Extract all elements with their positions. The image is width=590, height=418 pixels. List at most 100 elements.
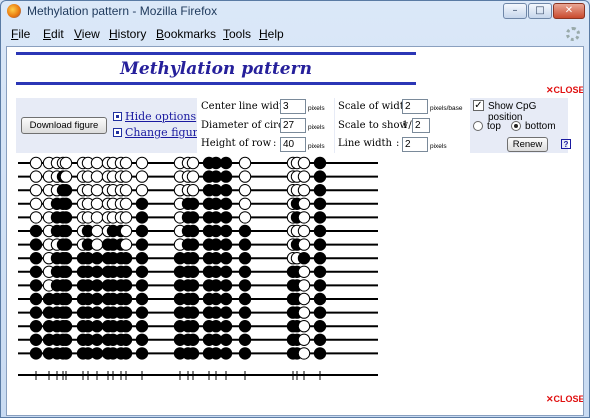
methylated-cpg — [219, 252, 233, 265]
unmethylated-cpg — [119, 224, 133, 238]
methylated-cpg — [313, 224, 327, 238]
unmethylated-cpg — [119, 211, 133, 224]
unmethylated-cpg — [297, 306, 311, 319]
unmethylated-cpg — [297, 292, 311, 306]
methylated-cpg — [29, 279, 43, 292]
unmethylated-cpg — [119, 184, 133, 197]
methylated-cpg — [59, 224, 73, 238]
methylated-cpg — [219, 320, 233, 333]
methylated-cpg — [59, 211, 73, 224]
methylated-cpg — [313, 184, 327, 197]
methylated-cpg — [135, 197, 149, 211]
methylated-cpg — [313, 320, 327, 333]
methylated-cpg — [313, 333, 327, 346]
methylated-cpg — [29, 265, 43, 279]
methylated-cpg — [219, 292, 233, 306]
methylated-cpg — [238, 292, 252, 306]
methylated-cpg — [238, 238, 252, 251]
unmethylated-cpg — [29, 156, 43, 170]
unmethylated-cpg — [29, 211, 43, 224]
unmethylated-cpg — [238, 184, 252, 197]
methylated-cpg — [186, 320, 200, 333]
methylated-cpg — [59, 252, 73, 265]
title-bar: Methylation pattern - Mozilla Firefox – … — [1, 1, 589, 23]
methylated-cpg — [29, 292, 43, 306]
methylated-cpg — [90, 279, 104, 292]
methylated-cpg — [135, 279, 149, 292]
unmethylated-cpg — [90, 170, 104, 183]
methylated-cpg — [313, 347, 327, 360]
methylated-cpg — [186, 306, 200, 319]
methylated-cpg — [135, 224, 149, 238]
methylated-cpg — [119, 292, 133, 306]
methylated-cpg — [135, 333, 149, 346]
methylated-cpg — [219, 211, 233, 224]
unmethylated-cpg — [186, 156, 200, 170]
unmethylated-cpg — [59, 170, 73, 183]
methylated-cpg — [135, 252, 149, 265]
methylated-cpg — [313, 197, 327, 211]
unmethylated-cpg — [135, 170, 149, 183]
methylated-cpg — [186, 211, 200, 224]
methylated-cpg — [119, 347, 133, 360]
methylated-cpg — [313, 170, 327, 183]
menu-edit[interactable]: Edit — [43, 27, 64, 41]
methylated-cpg — [59, 238, 73, 251]
methylated-cpg — [59, 197, 73, 211]
methylated-cpg — [186, 279, 200, 292]
methylated-cpg — [186, 252, 200, 265]
methylated-cpg — [238, 333, 252, 346]
methylated-cpg — [186, 333, 200, 346]
unmethylated-cpg — [90, 184, 104, 197]
methylated-cpg — [313, 265, 327, 279]
methylated-cpg — [59, 333, 73, 346]
methylated-cpg — [313, 252, 327, 265]
methylated-cpg — [186, 265, 200, 279]
menu-view[interactable]: View — [74, 27, 100, 41]
unmethylated-cpg — [59, 156, 73, 170]
methylated-cpg — [186, 197, 200, 211]
methylated-cpg — [313, 292, 327, 306]
unmethylated-cpg — [29, 197, 43, 211]
unmethylated-cpg — [297, 279, 311, 292]
methylated-cpg — [90, 292, 104, 306]
close-window-button[interactable]: ✕ — [553, 3, 585, 19]
menu-bookmarks[interactable]: Bookmarks — [156, 27, 216, 41]
methylated-cpg — [135, 211, 149, 224]
methylated-cpg — [238, 320, 252, 333]
methylated-cpg — [219, 197, 233, 211]
methylation-figure — [18, 156, 378, 380]
methylated-cpg — [219, 279, 233, 292]
methylated-cpg — [219, 265, 233, 279]
methylated-cpg — [219, 347, 233, 360]
methylated-cpg — [186, 238, 200, 251]
methylated-cpg — [238, 279, 252, 292]
methylated-cpg — [59, 292, 73, 306]
unmethylated-cpg — [297, 211, 311, 224]
methylated-cpg — [219, 184, 233, 197]
minimize-button[interactable]: – — [503, 3, 527, 19]
methylated-cpg — [119, 265, 133, 279]
unmethylated-cpg — [29, 170, 43, 183]
methylated-cpg — [90, 265, 104, 279]
maximize-button[interactable]: □ — [528, 3, 552, 19]
methylated-cpg — [313, 156, 327, 170]
methylated-cpg — [219, 156, 233, 170]
throbber-icon — [566, 27, 580, 41]
unmethylated-cpg — [238, 170, 252, 183]
menu-history[interactable]: History — [109, 27, 146, 41]
methylated-cpg — [29, 333, 43, 346]
unmethylated-cpg — [297, 184, 311, 197]
methylated-cpg — [29, 224, 43, 238]
methylated-cpg — [90, 333, 104, 346]
unmethylated-cpg — [186, 184, 200, 197]
menu-help[interactable]: Help — [259, 27, 284, 41]
methylated-cpg — [90, 252, 104, 265]
menu-tools[interactable]: Tools — [223, 27, 251, 41]
unmethylated-cpg — [297, 333, 311, 346]
unmethylated-cpg — [297, 197, 311, 211]
methylated-cpg — [59, 347, 73, 360]
methylated-cpg — [238, 306, 252, 319]
close-link-bottom[interactable]: ✕CLOSE — [546, 394, 583, 405]
menu-file[interactable]: File — [11, 27, 30, 41]
